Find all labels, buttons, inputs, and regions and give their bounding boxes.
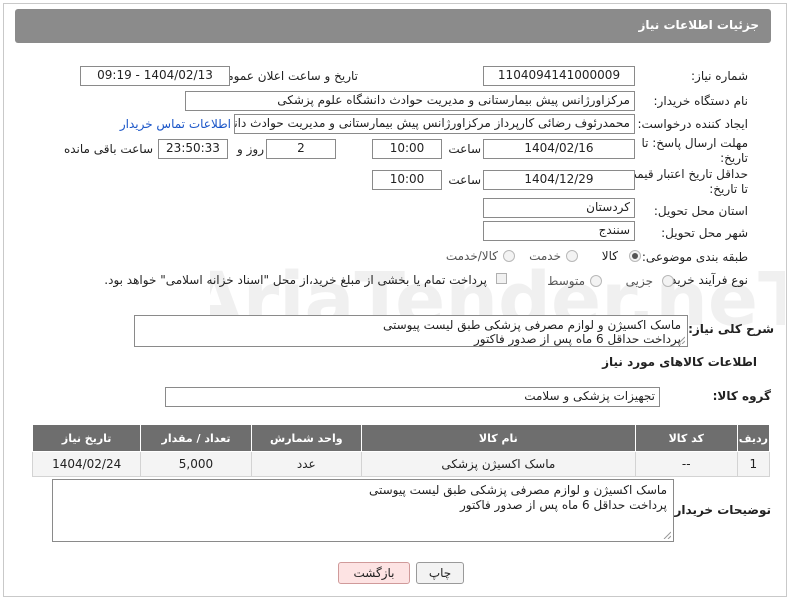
process-minor-label: جزیی [625,274,653,288]
category-goods-label: کالا [601,249,618,263]
description-line-1: ماسک اکسیژن و لوازم مصرفی پزشکی طبق لیست… [382,318,681,332]
response-deadline-label: مهلت ارسال پاسخ: تا تاریخ: [641,136,748,165]
category-radio-service[interactable] [566,250,578,262]
announce-datetime-field: 1404/02/13 - 09:19 [80,66,230,86]
response-time-label: ساعت [448,142,481,156]
buyer-org-field: مرکزاورژانس پیش بیمارستانی و مدیریت حواد… [185,91,635,111]
treasury-payment-checkbox[interactable] [496,273,507,284]
goods-section-title: اطلاعات کالاهای مورد نیاز [602,355,757,369]
response-date-field: 1404/02/16 [483,139,635,159]
delivery-city-label: شهر محل تحویل: [661,226,748,240]
cell-quantity: 5,000 [140,451,252,477]
col-quantity: تعداد / مقدار [140,424,252,452]
cell-need-date: 1404/02/24 [31,451,142,477]
goods-table: ردیف کد کالا نام کالا واحد شمارش تعداد /… [31,424,771,477]
delivery-province-label: استان محل تحویل: [653,204,748,218]
days-left-field: 2 [266,139,336,159]
col-item-code: کد کالا [634,424,738,452]
col-need-date: تاریخ نیاز [31,424,142,452]
requester-label: ایجاد کننده درخواست: [637,117,748,131]
description-field: ماسک اکسیژن و لوازم مصرفی پزشکی طبق لیست… [134,315,688,347]
description-line-2: پرداخت حداقل 6 ماه پس از صدور فاکتور [474,332,681,346]
category-goods-service-label: کالا/خدمت [445,249,498,263]
page-header: جزئیات اطلاعات نیاز [15,9,771,43]
process-medium-label: متوسط [547,274,585,288]
category-label: طبقه بندی موضوعی: [641,250,748,264]
category-radio-goods[interactable] [629,250,641,262]
print-button[interactable]: چاپ [416,562,464,584]
resize-grip-icon[interactable] [663,531,671,539]
page-title: جزئیات اطلاعات نیاز [638,18,759,32]
goods-group-label: گروه کالا: [712,389,771,403]
remaining-time-label: ساعت باقی مانده [63,142,153,156]
delivery-province-field: کردستان [483,198,635,218]
table-header-row: ردیف کد کالا نام کالا واحد شمارش تعداد /… [31,424,771,452]
need-number-field: 1104094141000009 [483,66,635,86]
buyer-contact-link[interactable]: اطلاعات تماس خریدار [120,117,231,131]
days-label: روز و [237,142,264,156]
process-radio-minor[interactable] [662,275,674,287]
cell-row-number: 1 [736,451,771,477]
buyer-notes-line-2: پرداخت حداقل 6 ماه پس از صدور فاکتور [460,498,667,512]
cell-item-name: ماسک اکسیژن پزشکی [360,451,636,477]
treasury-payment-note: پرداخت تمام یا بخشی از مبلغ خرید،از محل … [104,273,487,287]
purchase-process-label: نوع فرآیند خرید : [663,273,748,287]
buyer-notes-label: توضیحات خریدار: [669,503,771,517]
delivery-city-field: سنندج [483,221,635,241]
price-validity-time-label: ساعت [448,173,481,187]
category-service-label: خدمت [529,249,561,263]
goods-group-field: تجهیزات پزشکی و سلامت [165,387,660,407]
price-validity-date-field: 1404/12/29 [483,170,635,190]
col-item-name: نام کالا [360,424,636,452]
description-label: شرح کلی نیاز: [688,322,774,336]
category-radio-goods-service[interactable] [503,250,515,262]
need-number-label: شماره نیاز: [691,69,748,83]
table-row: 1 -- ماسک اکسیژن پزشکی عدد 5,000 1404/02… [31,451,771,477]
process-radio-medium[interactable] [590,275,602,287]
price-validity-time-field: 10:00 [372,170,442,190]
cell-unit: عدد [250,451,362,477]
col-row-number: ردیف [736,424,771,452]
announce-datetime-label: تاریخ و ساعت اعلان عمومی: [213,69,358,83]
buyer-notes-line-1: ماسک اکسیژن و لوازم مصرفی پزشکی طبق لیست… [368,483,667,497]
col-unit: واحد شمارش [250,424,362,452]
requester-field: محمدرئوف رضائی کارپرداز مرکزاورژانس پیش … [234,114,635,134]
remaining-time-field: 23:50:33 [158,139,228,159]
resize-grip-icon[interactable] [677,336,685,344]
back-button[interactable]: بازگشت [338,562,410,584]
response-time-field: 10:00 [372,139,442,159]
buyer-notes-field: ماسک اکسیژن و لوازم مصرفی پزشکی طبق لیست… [52,479,674,542]
buyer-org-label: نام دستگاه خریدار: [653,94,749,108]
cell-item-code: -- [634,451,738,477]
